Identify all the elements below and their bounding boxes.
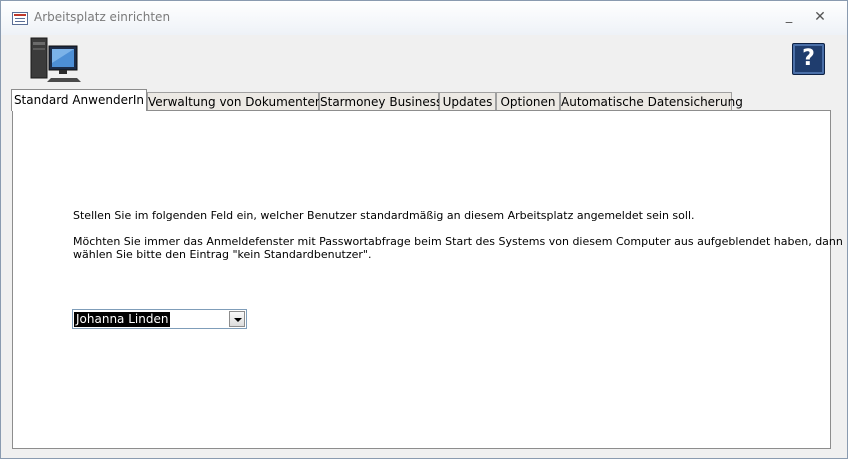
instruction-text: Stellen Sie im folgenden Feld ein, welch… [73,209,695,222]
chevron-down-icon[interactable] [229,311,245,327]
tab-panel-standard-anwenderin: Stellen Sie im folgenden Feld ein, welch… [12,110,843,449]
computer-icon [30,37,81,82]
default-user-select[interactable]: Johanna Linden [72,309,247,329]
tab-updates[interactable]: Updates [439,92,496,111]
tab-automatische-datensicherung[interactable]: Automatische Datensicherung [560,92,743,111]
hint-text-line-1: Möchten Sie immer das Anmeldefenster mit… [73,235,843,248]
help-icon: ? [802,46,815,71]
close-button[interactable]: ✕ [807,7,833,27]
hint-text-line-2: wählen Sie bitte den Eintrag "kein Stand… [73,248,372,261]
app-window: Arbeitsplatz einrichten _ ✕ ? Standard A… [0,0,848,459]
default-user-value[interactable]: Johanna Linden [74,312,171,327]
tab-starmoney-business[interactable]: Starmoney Business [319,92,442,111]
title-bar[interactable]: Arbeitsplatz einrichten _ ✕ [1,1,847,35]
minimize-button[interactable]: _ [776,7,802,27]
tab-optionen[interactable]: Optionen [496,92,560,111]
form-icon [12,12,28,25]
window-title: Arbeitsplatz einrichten [34,10,171,24]
help-button[interactable]: ? [792,43,825,75]
tab-verwaltung-von-dokumenten[interactable]: Verwaltung von Dokumenten [147,92,322,111]
tab-standard-anwenderin[interactable]: Standard AnwenderIn [11,89,147,111]
